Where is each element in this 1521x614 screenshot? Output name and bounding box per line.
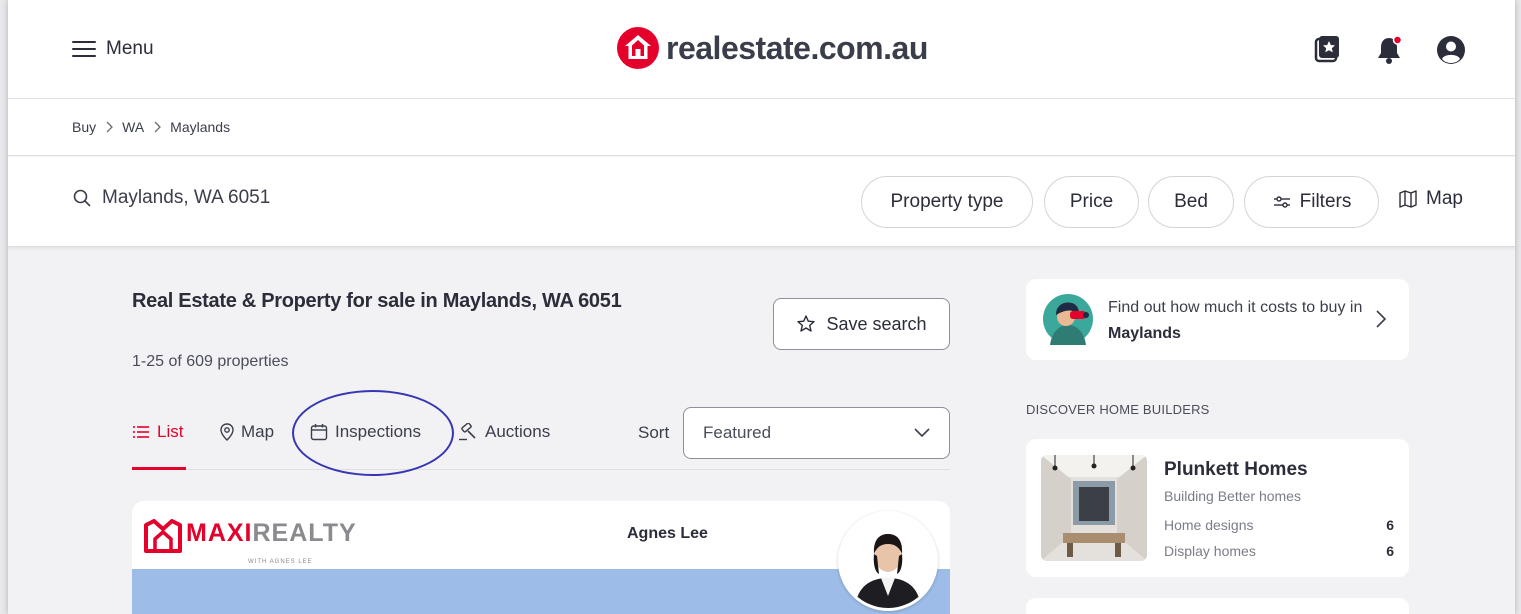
tab-list-label: List (157, 422, 184, 441)
breadcrumb-wa[interactable]: WA (122, 119, 144, 135)
user-account-icon[interactable] (1435, 34, 1467, 66)
price-filter[interactable]: Price (1044, 176, 1139, 228)
filters-label: Filters (1299, 191, 1352, 212)
location-pin-icon (220, 423, 234, 441)
buying-costs-suburb: Maylands (1108, 325, 1181, 342)
interior-photo-icon (1041, 455, 1147, 561)
tab-list[interactable]: List (132, 422, 183, 442)
logo-text: realestate.com.au (666, 29, 928, 66)
builder-card-next[interactable] (1026, 598, 1409, 614)
tab-inspections-label: Inspections (335, 422, 421, 441)
save-search-button[interactable]: Save search (773, 298, 950, 350)
site-logo[interactable]: realestate.com.au (616, 26, 928, 70)
active-tab-indicator (132, 467, 186, 470)
agent-name: Agnes Lee (627, 525, 708, 542)
discover-builders-heading: DISCOVER HOME BUILDERS (1026, 402, 1210, 417)
builder-stat-label: Home designs (1164, 517, 1254, 533)
price-label: Price (1069, 191, 1114, 212)
property-type-filter[interactable]: Property type (861, 176, 1033, 228)
breadcrumb-maylands[interactable]: Maylands (170, 119, 230, 135)
builder-stat-label: Display homes (1164, 543, 1256, 559)
builder-photo (1041, 455, 1147, 561)
listing-card[interactable]: MAXIREALTY WITH AGNES LEE (132, 501, 950, 614)
menu-label: Menu (106, 38, 154, 59)
search-bar: Property type Price Bed Filters Map (8, 157, 1515, 247)
bed-filter[interactable]: Bed (1148, 176, 1234, 228)
sort-value: Featured (703, 423, 772, 442)
builder-stat-value: 6 (1386, 543, 1394, 559)
tab-map-label: Map (241, 422, 275, 441)
header-actions (1311, 34, 1467, 66)
builder-stat-value: 6 (1386, 517, 1394, 533)
tab-auctions-label: Auctions (485, 422, 551, 441)
chevron-right-icon (154, 121, 162, 133)
map-label: Map (1426, 188, 1463, 209)
house-logo-icon (617, 27, 659, 69)
breadcrumb-buy[interactable]: Buy (72, 119, 96, 135)
saved-properties-icon[interactable] (1311, 34, 1343, 66)
chevron-right-icon (1376, 310, 1387, 328)
search-icon (73, 189, 91, 207)
chevron-down-icon (914, 428, 930, 438)
builder-stat-row: Home designs 6 (1164, 517, 1394, 533)
site-header: Menu realestate.com.au (8, 0, 1515, 99)
agent-avatar (838, 511, 938, 611)
sort-label: Sort (638, 423, 670, 442)
tab-inspections[interactable]: Inspections (310, 422, 421, 442)
hamburger-icon (72, 41, 96, 57)
agency-name: MAXIREALTY (186, 519, 357, 548)
tab-auctions[interactable]: Auctions (458, 422, 550, 442)
agency-subtitle: WITH AGNES LEE (248, 559, 313, 565)
agency-name-realty: REALTY (252, 519, 357, 547)
person-binoculars-icon (1043, 294, 1093, 345)
builder-tagline: Building Better homes (1164, 488, 1301, 504)
agent-portrait-icon (841, 514, 935, 608)
bed-label: Bed (1174, 191, 1208, 212)
sort-select[interactable]: Featured (683, 407, 950, 459)
results-count: 1-25 of 609 properties (132, 353, 289, 370)
search-input[interactable] (102, 187, 402, 209)
property-type-label: Property type (890, 191, 1004, 212)
tab-map[interactable]: Map (220, 422, 274, 442)
app-window: Menu realestate.com.au Buy WA Maylands M… (8, 0, 1515, 614)
builder-stat-row: Display homes 6 (1164, 543, 1394, 559)
buying-costs-lead: Find out how much it costs to buy in (1108, 299, 1363, 316)
agency-branding: MAXIREALTY WITH AGNES LEE (144, 519, 357, 565)
breadcrumb: Buy WA Maylands (8, 99, 1515, 156)
save-search-label: Save search (826, 313, 927, 334)
builder-name: Plunkett Homes (1164, 459, 1308, 480)
filters-button[interactable]: Filters (1244, 176, 1379, 228)
gavel-icon (459, 423, 476, 441)
agency-name-maxi: MAXI (186, 519, 253, 547)
map-view-button[interactable]: Map (1398, 188, 1463, 210)
menu-button[interactable]: Menu (72, 38, 154, 60)
calendar-icon (310, 424, 328, 441)
chevron-right-icon (106, 121, 114, 133)
agency-logo-icon (144, 519, 182, 553)
notification-bell-icon[interactable] (1373, 34, 1405, 66)
listing-photo[interactable] (132, 569, 950, 614)
search-field[interactable] (72, 187, 402, 209)
page-title: Real Estate & Property for sale in Mayla… (132, 290, 622, 312)
buying-costs-text: Find out how much it costs to buy in May… (1108, 295, 1368, 347)
list-icon (133, 426, 149, 438)
buying-costs-card[interactable]: Find out how much it costs to buy in May… (1026, 279, 1409, 360)
sliders-icon (1273, 196, 1290, 208)
builder-card[interactable]: Plunkett Homes Building Better homes Hom… (1026, 439, 1409, 577)
star-icon (797, 315, 816, 332)
map-icon (1399, 190, 1417, 208)
